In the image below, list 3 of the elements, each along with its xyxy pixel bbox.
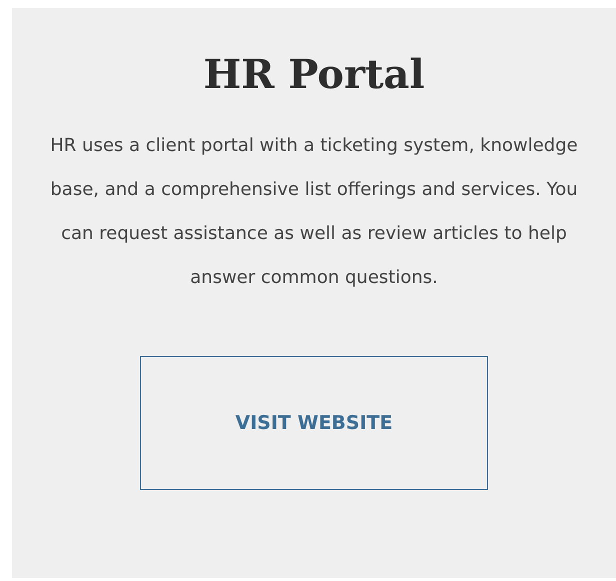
visit-website-button[interactable]: VISIT WEBSITE <box>140 356 488 490</box>
card-description: HR uses a client portal with a ticketing system, knowledge base, and a comprehensive list offerings and services. You can request assistance as well as review articles to help answer common questions. <box>49 134 579 290</box>
card-title: HR Portal <box>203 50 425 100</box>
